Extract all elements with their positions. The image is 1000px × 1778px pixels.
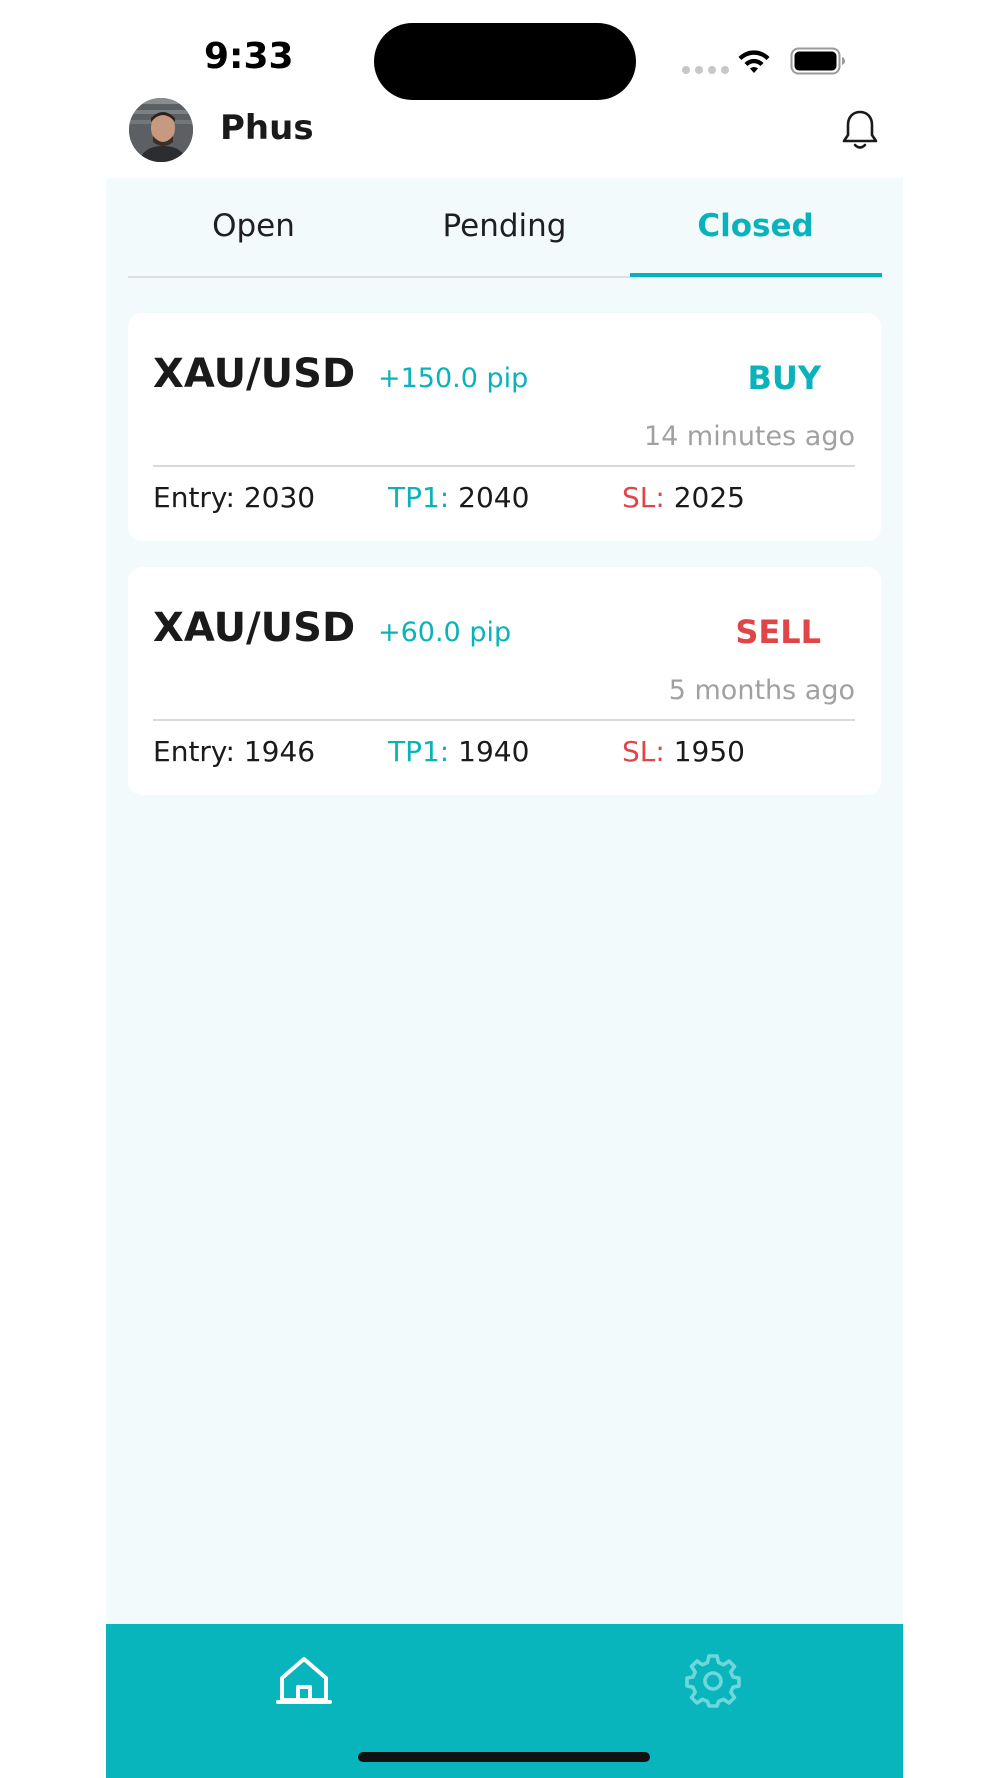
trade-pair: XAU/USD <box>153 351 356 397</box>
trade-pips: +60.0 pip <box>378 617 512 648</box>
trade-side-badge: BUY <box>747 359 821 397</box>
trade-entry: Entry: 1946 <box>153 735 315 768</box>
trade-pips: +150.0 pip <box>378 363 529 394</box>
tab-active-indicator <box>630 273 882 277</box>
bottom-nav <box>106 1624 903 1778</box>
home-indicator <box>358 1752 650 1762</box>
dynamic-island <box>374 23 636 100</box>
trade-take-profit: TP1: 1940 <box>388 735 529 768</box>
user-avatar-photo-icon <box>129 98 193 162</box>
tp-label: TP1: <box>388 735 450 768</box>
wifi-icon <box>738 50 770 73</box>
tab-pending[interactable]: Pending <box>379 208 630 244</box>
entry-label: Entry: <box>153 481 235 514</box>
trade-time-ago: 14 minutes ago <box>643 421 855 452</box>
tp-value: 1940 <box>458 735 530 768</box>
tp-label: TP1: <box>388 481 450 514</box>
gear-icon[interactable] <box>685 1652 741 1708</box>
home-icon[interactable] <box>276 1654 332 1706</box>
trade-pair: XAU/USD <box>153 605 356 651</box>
screen: 9:33 Phus Open Pending Closed XAU/USD +1… <box>0 0 1000 1778</box>
trade-card[interactable]: XAU/USD +150.0 pip BUY 14 minutes ago En… <box>128 313 881 541</box>
entry-label: Entry: <box>153 735 235 768</box>
trade-entry: Entry: 2030 <box>153 481 315 514</box>
bell-icon[interactable] <box>840 108 880 152</box>
trade-time-ago: 5 months ago <box>668 675 855 706</box>
avatar[interactable] <box>129 98 193 162</box>
sl-value: 2025 <box>673 481 745 514</box>
trade-stop-loss: SL: 1950 <box>622 735 745 768</box>
entry-value: 2030 <box>243 481 316 514</box>
sl-label: SL: <box>622 735 665 768</box>
tp-value: 2040 <box>458 481 530 514</box>
trade-stop-loss: SL: 2025 <box>622 481 745 514</box>
sl-value: 1950 <box>673 735 745 768</box>
tab-closed[interactable]: Closed <box>630 208 881 244</box>
tab-open[interactable]: Open <box>128 208 379 244</box>
tab-bar: Open Pending Closed <box>128 178 882 278</box>
sl-label: SL: <box>622 481 665 514</box>
cellular-signal-icon <box>682 66 729 74</box>
card-divider <box>153 719 855 721</box>
trade-card[interactable]: XAU/USD +60.0 pip SELL 5 months ago Entr… <box>128 567 881 795</box>
user-name: Phus <box>220 108 314 148</box>
card-divider <box>153 465 855 467</box>
trade-side-badge: SELL <box>735 613 821 651</box>
trade-take-profit: TP1: 2040 <box>388 481 529 514</box>
entry-value: 1946 <box>243 735 316 768</box>
battery-icon <box>790 47 845 75</box>
status-time: 9:33 <box>204 36 294 77</box>
